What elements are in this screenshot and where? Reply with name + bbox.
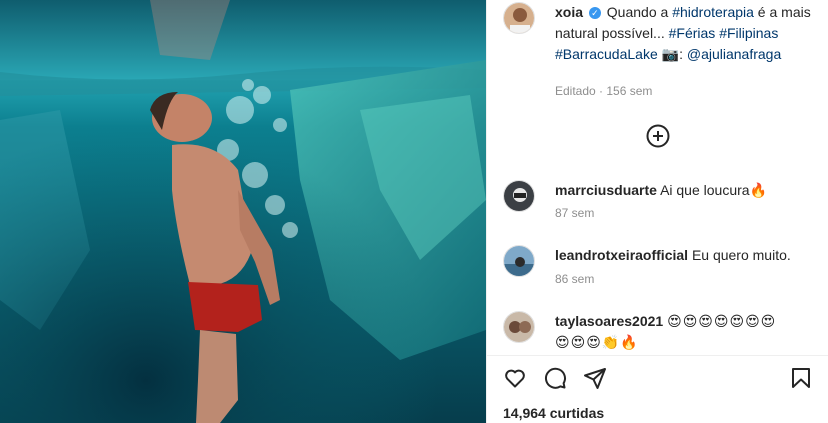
commenter-username[interactable]: leandrotxeiraofficial xyxy=(555,247,688,263)
comment-text: Ai que loucura xyxy=(660,182,750,198)
author-username[interactable]: xoia xyxy=(555,4,583,20)
fire-emoji: 🔥 xyxy=(749,182,769,198)
post-sidebar: xoia ✓ Quando a #hidroterapia é a mais n… xyxy=(486,0,828,423)
paper-plane-icon[interactable] xyxy=(583,366,607,390)
likes-count[interactable]: 14,964 curtidas xyxy=(503,405,604,421)
post-photo[interactable] xyxy=(0,0,486,423)
verified-badge-icon: ✓ xyxy=(588,7,601,19)
comment-item: marrciusduarte Ai que loucura🔥 xyxy=(555,180,816,201)
mention-link[interactable]: @ajulianafraga xyxy=(687,46,781,62)
commenter-avatar[interactable] xyxy=(503,311,535,343)
post-caption: xoia ✓ Quando a #hidroterapia é a mais n… xyxy=(555,2,813,65)
emoji-reactions: 😍😍😍👏🔥 xyxy=(555,334,639,350)
edited-label: Editado xyxy=(555,84,596,98)
comment-item: taylasoares2021 😍😍😍😍😍😍😍 😍😍😍👏🔥 xyxy=(555,311,816,353)
commenter-username[interactable]: taylasoares2021 xyxy=(555,313,663,329)
bookmark-icon[interactable] xyxy=(789,366,813,390)
hashtag-link[interactable]: #Filipinas xyxy=(719,25,778,41)
comment-text: Eu quero muito. xyxy=(691,247,791,263)
caption-colon: : xyxy=(679,46,683,62)
caption-meta: Editado · 156 sem xyxy=(555,84,653,98)
hashtag-link[interactable]: #BarracudaLake xyxy=(555,46,658,62)
commenter-avatar[interactable] xyxy=(503,245,535,277)
heart-eyes-emojis: 😍😍😍😍😍😍😍 xyxy=(667,313,777,329)
comment-time[interactable]: 87 sem xyxy=(555,206,816,220)
post-timestamp[interactable]: 156 sem xyxy=(606,84,652,98)
hashtag-link[interactable]: #Férias xyxy=(669,25,716,41)
actions-divider xyxy=(487,355,828,356)
commenter-username[interactable]: marrciusduarte xyxy=(555,182,657,198)
caption-text: Quando a xyxy=(606,4,673,20)
commenter-avatar[interactable] xyxy=(503,180,535,212)
comment-bubble-icon[interactable] xyxy=(543,366,567,390)
camera-emoji: 📷 xyxy=(661,46,680,62)
comment-item: leandrotxeiraofficial Eu quero muito. xyxy=(555,245,816,266)
hashtag-link[interactable]: #hidroterapia xyxy=(672,4,754,20)
heart-icon[interactable] xyxy=(503,366,527,390)
plus-circle-icon[interactable] xyxy=(646,124,670,148)
underwater-photo xyxy=(0,0,486,423)
comment-time[interactable]: 86 sem xyxy=(555,272,816,286)
author-avatar[interactable] xyxy=(503,2,535,34)
instagram-post: xoia ✓ Quando a #hidroterapia é a mais n… xyxy=(0,0,828,423)
